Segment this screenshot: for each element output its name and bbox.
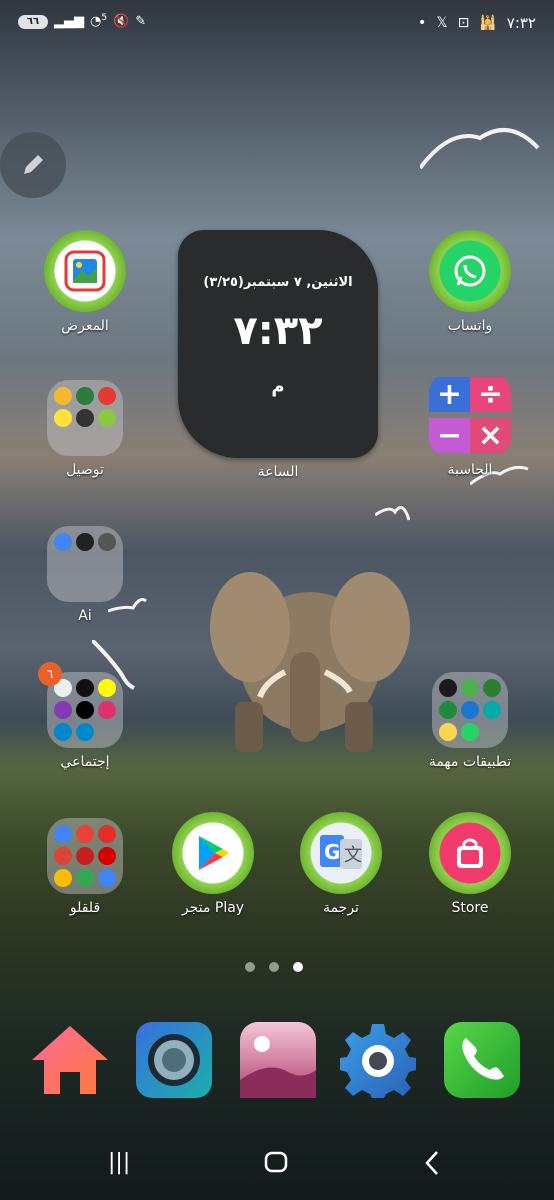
app-translate[interactable]: G 文 ترجمة [293,812,389,916]
dock-phone-app[interactable] [442,1020,522,1100]
app-store[interactable]: Store [422,812,518,916]
folder-icon [432,672,508,748]
clock-time: ٧:٣٢ [233,308,323,354]
app-label: تطبيقات مهمة [428,754,512,770]
edit-status-icon: ✎ [135,14,147,29]
home-outline-icon [264,1151,288,1173]
page-dot[interactable] [269,962,279,972]
back-chevron-icon [425,1151,438,1175]
folder-misc[interactable]: قلقلو [37,818,133,916]
whatsapp-icon [429,230,511,312]
dock-home-app[interactable] [30,1020,110,1100]
folder-icon [47,818,123,894]
folder-icon [47,526,123,602]
clock-ampm: م [271,376,285,397]
wifi-icon: ◔ [90,14,102,29]
play-store-icon [172,812,254,894]
app-label: قلقلو [69,900,101,916]
gear-icon [340,1024,416,1098]
page-dot[interactable] [245,962,255,972]
app-label: Ai [78,608,92,624]
photos-icon [240,1022,316,1098]
network-type: 5 [101,12,108,23]
app-label: إجتماعي [60,754,110,770]
app-play-store[interactable]: متجر Play [165,812,261,916]
clock-date: الاثنين, ٧ سبتمبر(٣/٢٥) [203,275,353,290]
folder-social[interactable]: إجتماعي [37,672,133,770]
svg-text:文: 文 [344,845,362,866]
camera-icon [136,1022,212,1098]
page-dot-active[interactable] [293,962,303,972]
app-label: الحاسبة [447,462,493,478]
app-gallery[interactable]: المعرض [37,230,133,334]
folder-ai[interactable]: Ai [37,526,133,624]
translate-icon: G 文 [300,812,382,894]
gallery-icon [44,230,126,312]
edit-home-button[interactable] [0,132,66,198]
app-label: المعرض [61,318,109,334]
shopping-bag-icon [429,812,511,894]
clock-widget[interactable]: الاثنين, ٧ سبتمبر(٣/٢٥) ٧:٣٢ م [178,230,378,458]
dock-camera-app[interactable] [134,1020,214,1100]
wallpaper-bird [420,128,540,170]
calculator-icon: + ÷ − × [429,374,511,456]
battery-indicator: ٦٦ [18,14,48,29]
app-whatsapp[interactable]: واتساب [422,230,518,334]
app-label: ترجمة [323,900,359,916]
home-icon [32,1026,108,1094]
status-bar-right: • 𝕏 ⊡ 🕌 ٧:٣٢ [418,14,536,32]
folder-important-apps[interactable]: تطبيقات مهمة [422,672,518,770]
wallpaper-elephant [210,572,410,752]
back-button[interactable] [424,1150,440,1182]
clock-widget-label: الساعة [257,464,299,480]
wallpaper-bird-3 [375,506,410,521]
home-button[interactable] [264,1150,288,1180]
notification-badge: ٦ [38,662,62,686]
folder-delivery[interactable]: توصيل [37,380,133,478]
app-label: متجر Play [181,900,245,916]
status-bar-left: ٦٦ ▂▄▆ ◔ 5 🔇 ✎ [18,12,147,29]
status-time: ٧:٣٢ [506,14,536,32]
x-app-icon: 𝕏 [436,15,448,31]
pencil-icon [24,155,43,174]
folder-icon [47,672,123,748]
mosque-icon: 🕌 [479,15,497,31]
recents-button[interactable]: ||| [108,1150,130,1175]
page-indicator [245,962,303,972]
mute-icon: 🔇 [113,14,130,29]
dot-icon: • [418,15,427,31]
app-calculator[interactable]: + ÷ − × الحاسبة [422,374,518,478]
signal-icon: ▂▄▆ [54,14,84,29]
app-label: واتساب [447,318,493,334]
dock-photos-app[interactable] [238,1020,318,1100]
app-label: توصيل [66,462,104,478]
app-label: Store [451,900,489,916]
phone-icon [444,1022,520,1098]
svg-text:G: G [324,840,340,864]
dock-settings-app[interactable] [338,1020,418,1100]
screenshot-icon: ⊡ [457,15,470,31]
folder-icon [47,380,123,456]
